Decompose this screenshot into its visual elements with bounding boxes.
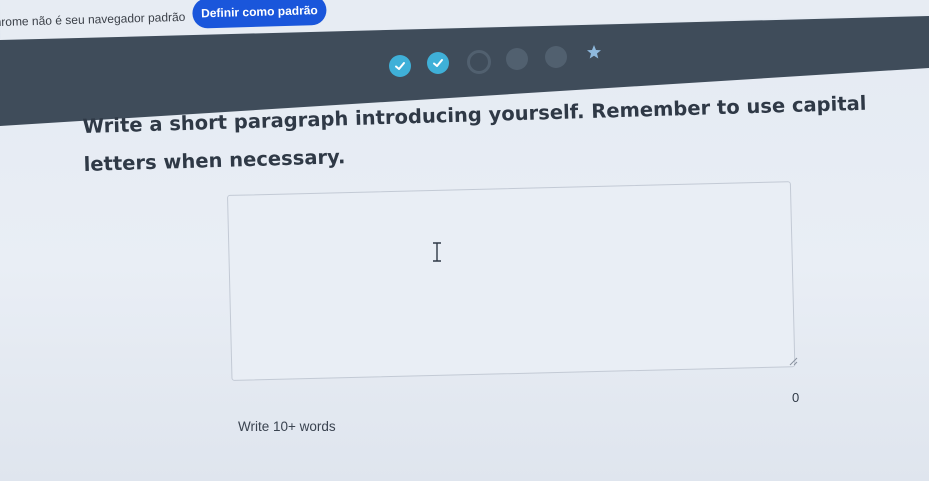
progress-step-1 [389, 55, 411, 77]
answer-input[interactable] [228, 182, 795, 380]
check-icon [395, 62, 405, 70]
text-cursor-icon [433, 242, 441, 262]
star-icon [587, 45, 601, 59]
resize-handle-icon[interactable] [788, 356, 798, 366]
page: hrome não é seu navegador padrão Definir… [0, 0, 929, 481]
progress-step-4 [506, 48, 528, 70]
progress-step-3 [467, 50, 491, 74]
word-count: 0 [792, 390, 800, 405]
answer-box[interactable] [227, 181, 796, 381]
progress-step-5 [545, 46, 567, 68]
banner-message: hrome não é seu navegador padrão [0, 9, 186, 30]
word-hint: Write 10+ words [238, 419, 336, 434]
check-icon [433, 59, 443, 67]
progress-step-2 [427, 52, 449, 74]
set-default-button[interactable]: Definir como padrão [192, 0, 327, 29]
